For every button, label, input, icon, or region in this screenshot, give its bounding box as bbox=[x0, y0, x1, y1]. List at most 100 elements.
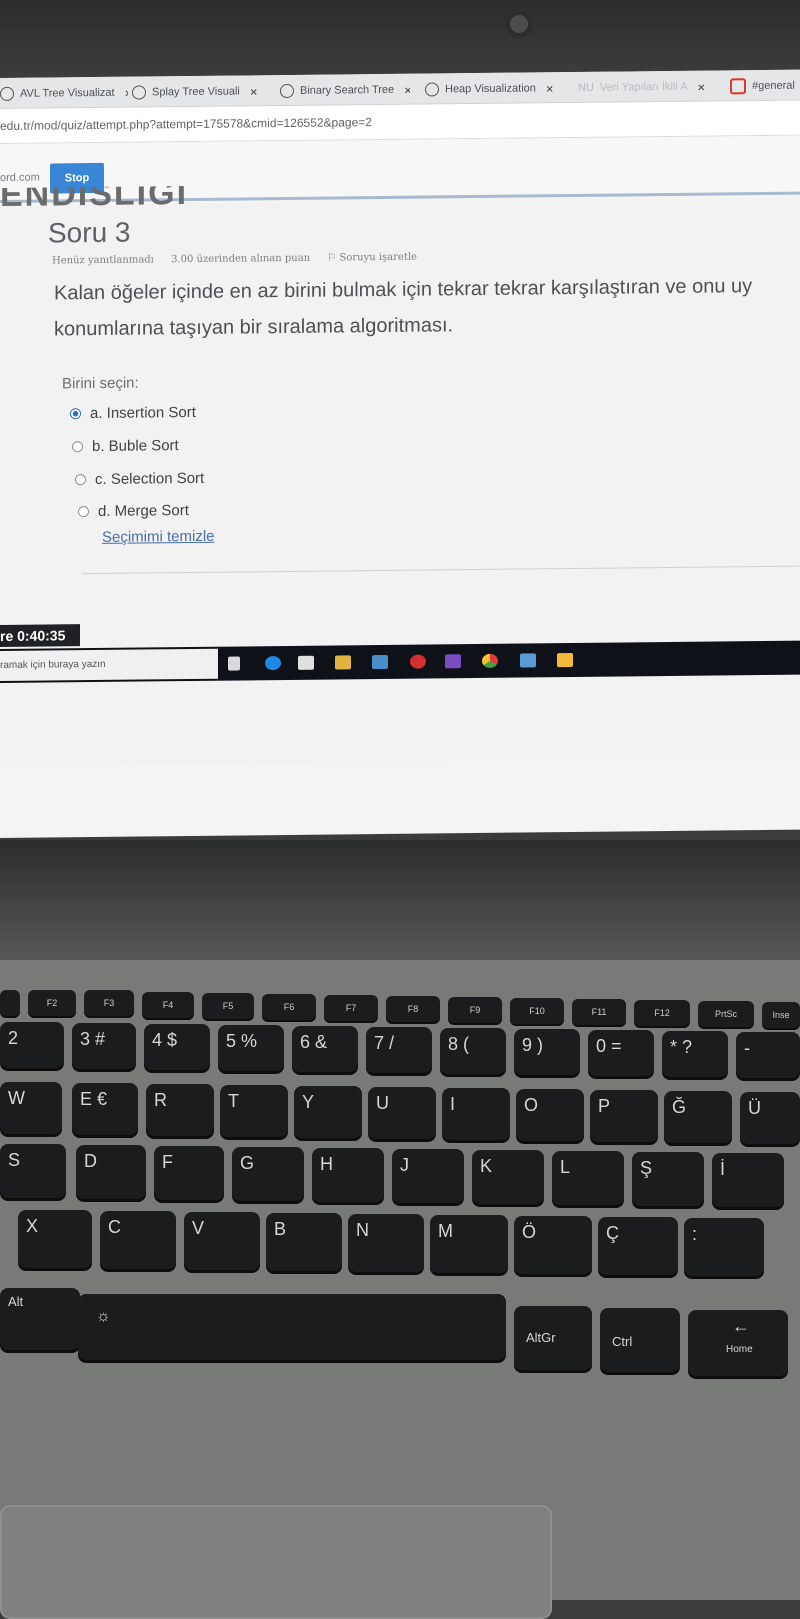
key-g-breve[interactable]: Ğ bbox=[664, 1091, 732, 1143]
key-f12[interactable]: F12 bbox=[634, 1000, 690, 1026]
key-home[interactable]: ← Home bbox=[688, 1310, 788, 1376]
key-u-umlaut[interactable]: Ü bbox=[740, 1092, 800, 1144]
key-star[interactable]: * ? bbox=[662, 1031, 728, 1077]
key-f5[interactable]: F5 bbox=[202, 993, 254, 1019]
key-o-umlaut[interactable]: Ö bbox=[514, 1216, 592, 1274]
key-n[interactable]: N bbox=[348, 1214, 424, 1272]
key-x[interactable]: X bbox=[18, 1210, 92, 1268]
key-alt[interactable]: Alt bbox=[0, 1288, 80, 1350]
flag-question-link[interactable]: ⚐ Soruyu işaretle bbox=[327, 251, 431, 264]
key-h[interactable]: H bbox=[312, 1148, 384, 1202]
key-c-cedilla[interactable]: Ç bbox=[598, 1217, 678, 1275]
key-f8[interactable]: F8 bbox=[386, 996, 440, 1022]
key-e[interactable]: E € bbox=[72, 1083, 138, 1135]
key-r[interactable]: R bbox=[146, 1084, 214, 1136]
option-c[interactable]: c. Selection Sort bbox=[75, 470, 204, 488]
key-f10[interactable]: F10 bbox=[510, 998, 564, 1024]
fkey[interactable] bbox=[0, 990, 20, 1016]
key-s-cedilla[interactable]: Ş bbox=[632, 1152, 704, 1206]
radio[interactable] bbox=[75, 474, 86, 486]
globe-icon bbox=[0, 86, 14, 101]
key-c[interactable]: C bbox=[100, 1211, 176, 1269]
key-p[interactable]: P bbox=[590, 1090, 658, 1142]
key-f3[interactable]: F3 bbox=[84, 990, 134, 1016]
key-4[interactable]: 4 $ bbox=[144, 1024, 210, 1070]
close-icon[interactable]: × bbox=[250, 84, 258, 99]
tab-binary-search-tree[interactable]: Binary Search Tree × bbox=[280, 78, 410, 103]
key-g[interactable]: G bbox=[232, 1147, 304, 1201]
taskbar-search[interactable]: ramak için buraya yazın bbox=[0, 648, 218, 681]
key-3[interactable]: 3 # bbox=[72, 1023, 136, 1069]
close-icon[interactable]: × bbox=[698, 79, 706, 94]
key-f2[interactable]: F2 bbox=[28, 990, 76, 1016]
app-blue-icon[interactable] bbox=[520, 653, 536, 668]
key-y[interactable]: Y bbox=[294, 1086, 362, 1138]
key-f9[interactable]: F9 bbox=[448, 997, 502, 1023]
key-ctrl[interactable]: Ctrl bbox=[600, 1308, 680, 1372]
radio[interactable] bbox=[72, 441, 83, 453]
app-icon bbox=[730, 78, 746, 95]
tab-avl-tree[interactable]: AVL Tree Visualizat × bbox=[0, 81, 128, 106]
key-w[interactable]: W bbox=[0, 1082, 62, 1134]
close-icon[interactable]: × bbox=[125, 85, 128, 100]
tab-veri-yapilari[interactable]: NU Veri Yapıları İkili A × bbox=[578, 74, 718, 99]
key-prtsc[interactable]: PrtSc bbox=[698, 1001, 754, 1027]
key-v[interactable]: V bbox=[184, 1212, 260, 1270]
key-f7[interactable]: F7 bbox=[324, 995, 378, 1021]
key-t[interactable]: T bbox=[220, 1085, 288, 1137]
visual-studio-icon[interactable] bbox=[445, 654, 461, 669]
key-i[interactable]: I bbox=[442, 1088, 510, 1140]
touchpad[interactable] bbox=[0, 1505, 552, 1619]
tab-splay-tree[interactable]: Splay Tree Visuali × bbox=[132, 79, 262, 104]
folder-icon[interactable] bbox=[335, 655, 351, 670]
keyboard: F2 F3 F4 F5 F6 F7 F8 F9 F10 F11 F12 PrtS… bbox=[0, 960, 800, 1600]
key-f6[interactable]: F6 bbox=[262, 994, 316, 1020]
key-k[interactable]: K bbox=[472, 1150, 544, 1204]
key-o[interactable]: O bbox=[516, 1089, 584, 1141]
key-j[interactable]: J bbox=[392, 1149, 464, 1203]
key-8[interactable]: 8 ( bbox=[440, 1028, 506, 1074]
key-b[interactable]: B bbox=[266, 1213, 342, 1271]
key-0[interactable]: 0 = bbox=[588, 1030, 654, 1076]
page-banner: ENDISLIGI bbox=[0, 186, 189, 210]
key-u[interactable]: U bbox=[368, 1087, 436, 1139]
chrome-icon[interactable] bbox=[482, 653, 498, 668]
key-i-dot[interactable]: İ bbox=[712, 1153, 784, 1207]
task-view-icon[interactable] bbox=[228, 656, 240, 671]
mail-icon[interactable] bbox=[372, 654, 388, 670]
radio-selected[interactable] bbox=[70, 408, 81, 420]
radio[interactable] bbox=[78, 506, 89, 518]
key-2[interactable]: 2 bbox=[0, 1022, 64, 1068]
option-b[interactable]: b. Buble Sort bbox=[72, 437, 179, 455]
key-l[interactable]: L bbox=[552, 1151, 624, 1205]
option-a[interactable]: a. Insertion Sort bbox=[70, 404, 196, 422]
key-colon[interactable]: : bbox=[684, 1218, 764, 1276]
option-d[interactable]: d. Merge Sort bbox=[78, 502, 189, 520]
backlight-icon: ☼ bbox=[96, 1308, 111, 1325]
key-f11[interactable]: F11 bbox=[572, 999, 626, 1025]
key-space[interactable]: ☼ bbox=[78, 1294, 506, 1360]
edge-icon[interactable] bbox=[265, 656, 281, 671]
globe-icon bbox=[425, 82, 439, 97]
key-minus[interactable]: - bbox=[736, 1032, 800, 1078]
close-icon[interactable]: × bbox=[546, 81, 554, 96]
key-5[interactable]: 5 % bbox=[218, 1025, 284, 1071]
tab-general[interactable]: #general bbox=[730, 74, 800, 99]
key-d[interactable]: D bbox=[76, 1145, 146, 1199]
close-icon[interactable]: × bbox=[404, 82, 410, 97]
app-yellow-icon[interactable] bbox=[557, 652, 573, 668]
key-f[interactable]: F bbox=[154, 1146, 224, 1200]
app-red-icon[interactable] bbox=[410, 654, 426, 669]
key-9[interactable]: 9 ) bbox=[514, 1029, 580, 1075]
key-altgr[interactable]: AltGr bbox=[514, 1306, 592, 1370]
tab-heap-visualization[interactable]: Heap Visualization × bbox=[425, 76, 565, 101]
key-7[interactable]: 7 / bbox=[366, 1027, 432, 1073]
key-insert[interactable]: Inse bbox=[762, 1002, 800, 1028]
key-s[interactable]: S bbox=[0, 1144, 66, 1198]
key-f4[interactable]: F4 bbox=[142, 992, 194, 1018]
key-6[interactable]: 6 & bbox=[292, 1026, 358, 1072]
clear-selection-link[interactable]: Seçimimi temizle bbox=[102, 528, 215, 546]
question-title: Soru 3 bbox=[48, 216, 131, 249]
key-m[interactable]: M bbox=[430, 1215, 508, 1273]
store-icon[interactable] bbox=[298, 655, 314, 670]
